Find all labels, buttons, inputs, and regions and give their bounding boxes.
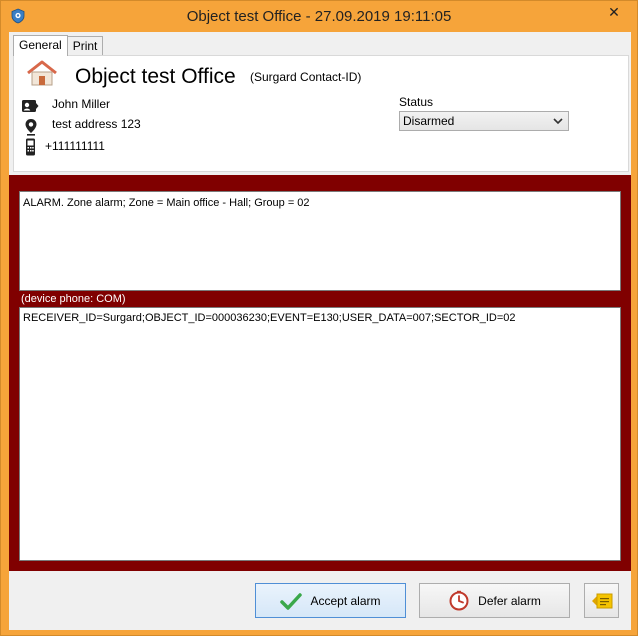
contact-card-icon <box>22 100 39 112</box>
tab-print[interactable]: Print <box>67 36 104 56</box>
close-icon: ✕ <box>608 3 620 20</box>
location-pin-icon <box>25 119 37 136</box>
mobile-phone-icon <box>26 138 35 156</box>
object-address: test address 123 <box>52 117 141 131</box>
client-area: General Print Object test Office (Surgar… <box>9 32 631 630</box>
status-label: Status <box>399 95 434 109</box>
alarm-panel: ALARM. Zone alarm; Zone = Main office - … <box>9 175 631 571</box>
accept-alarm-label: Accept alarm <box>310 593 381 608</box>
device-phone-label: (device phone: COM) <box>21 293 126 305</box>
object-protocol: (Surgard Contact-ID) <box>250 70 362 84</box>
raw-event-text: RECEIVER_ID=Surgard;OBJECT_ID=000036230;… <box>23 312 516 324</box>
status-dropdown[interactable]: Disarmed <box>399 111 569 131</box>
contact-name: John Miller <box>52 97 111 111</box>
alarm-window: Object test Office - 27.09.2019 19:11:05… <box>0 0 638 636</box>
raw-event-box[interactable]: RECEIVER_ID=Surgard;OBJECT_ID=000036230;… <box>19 307 621 561</box>
alarm-message-box[interactable]: ALARM. Zone alarm; Zone = Main office - … <box>19 191 621 291</box>
title-bar[interactable]: Object test Office - 27.09.2019 19:11:05… <box>1 1 637 32</box>
tab-general[interactable]: General <box>13 35 68 56</box>
notes-button[interactable] <box>584 583 619 618</box>
defer-alarm-label: Defer alarm <box>478 593 541 608</box>
tab-strip: General Print <box>13 35 104 56</box>
defer-alarm-button[interactable]: Defer alarm <box>419 583 570 618</box>
object-phone: +111111111 <box>45 139 105 153</box>
checkmark-icon <box>280 592 303 610</box>
alarm-message: ALARM. Zone alarm; Zone = Main office - … <box>23 197 310 209</box>
note-icon <box>591 593 612 608</box>
house-icon <box>27 60 57 86</box>
status-selected-value: Disarmed <box>403 114 455 128</box>
close-button[interactable]: ✕ <box>592 1 636 23</box>
clock-icon <box>449 590 469 610</box>
window-title: Object test Office - 27.09.2019 19:11:05 <box>186 8 452 25</box>
object-name: Object test Office <box>75 65 236 88</box>
chevron-down-icon <box>553 118 563 125</box>
accept-alarm-button[interactable]: Accept alarm <box>255 583 406 618</box>
